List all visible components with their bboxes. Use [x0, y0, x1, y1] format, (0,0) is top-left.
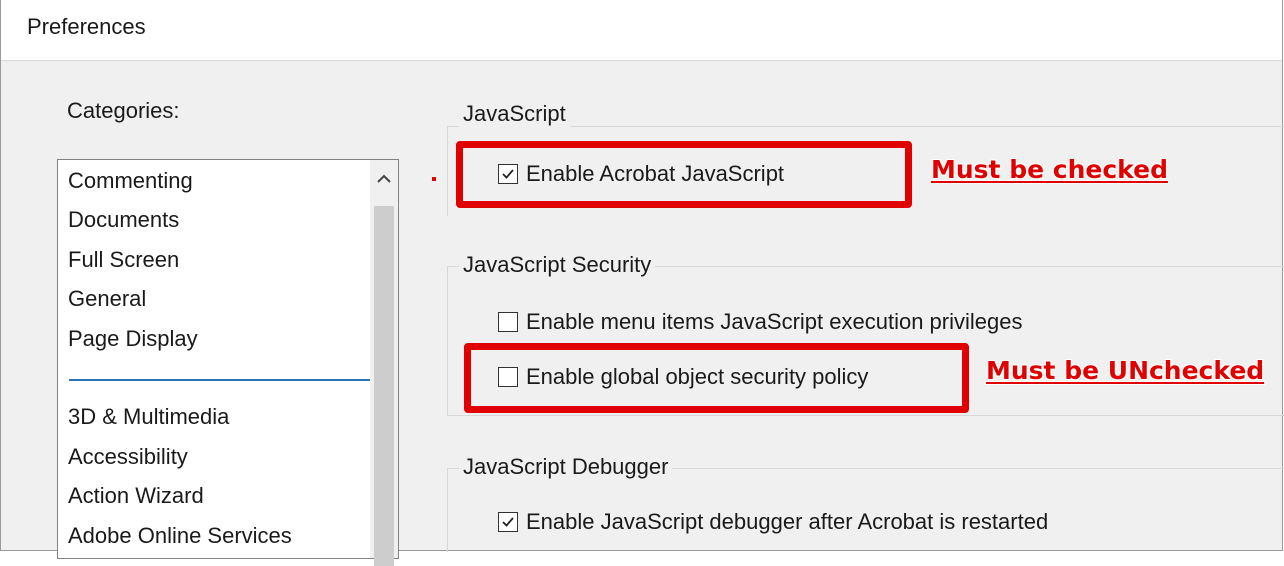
- security-group-title: JavaScript Security: [459, 252, 656, 278]
- enable-javascript-debugger-checkbox[interactable]: Enable JavaScript debugger after Acrobat…: [498, 509, 1048, 535]
- enable-javascript-debugger-label: Enable JavaScript debugger after Acrobat…: [526, 509, 1049, 534]
- red-dot-marker: [432, 177, 436, 181]
- debugger-group-title: JavaScript Debugger: [459, 454, 673, 480]
- categories-label: Categories:: [67, 98, 180, 123]
- enable-menu-items-privileges-checkbox[interactable]: Enable menu items JavaScript execution p…: [498, 309, 1022, 335]
- category-item-adobe-online-services[interactable]: Adobe Online Services: [68, 523, 292, 549]
- category-divider: [69, 379, 370, 381]
- javascript-group-title: JavaScript: [459, 101, 570, 127]
- categories-list[interactable]: Commenting Documents Full Screen General…: [57, 159, 399, 566]
- categories-scrollbar[interactable]: [370, 160, 398, 566]
- highlight-box-global-policy: [464, 343, 969, 413]
- category-item-page-display[interactable]: Page Display: [68, 326, 198, 352]
- checkbox-checked-icon[interactable]: [498, 512, 518, 532]
- annotation-must-be-checked: Must be checked: [931, 155, 1168, 184]
- category-item-general[interactable]: General: [68, 286, 146, 312]
- highlight-box-enable-js: [456, 141, 912, 208]
- security-group-bottom-border: [447, 415, 1284, 416]
- security-group-left-border: [447, 266, 448, 416]
- checkbox-unchecked-icon[interactable]: [498, 312, 518, 332]
- window-title: Preferences: [27, 14, 146, 39]
- category-item-commenting[interactable]: Commenting: [68, 168, 193, 194]
- debugger-group-left-border: [447, 468, 448, 552]
- scroll-thumb[interactable]: [374, 206, 394, 566]
- javascript-group-border: [447, 126, 1284, 127]
- category-item-full-screen[interactable]: Full Screen: [68, 247, 179, 273]
- category-item-action-wizard[interactable]: Action Wizard: [68, 483, 204, 509]
- category-item-3d-multimedia[interactable]: 3D & Multimedia: [68, 404, 229, 430]
- category-item-accessibility[interactable]: Accessibility: [68, 444, 188, 470]
- scroll-up-arrow-icon[interactable]: [370, 160, 398, 198]
- javascript-group-left-border: [447, 126, 448, 216]
- title-bar: Preferences: [1, 0, 1282, 61]
- preferences-dialog: Preferences Categories: Commenting Docum…: [0, 0, 1284, 566]
- enable-menu-items-privileges-label: Enable menu items JavaScript execution p…: [526, 309, 1023, 334]
- annotation-must-be-unchecked: Must be UNchecked: [986, 356, 1265, 385]
- category-item-documents[interactable]: Documents: [68, 207, 179, 233]
